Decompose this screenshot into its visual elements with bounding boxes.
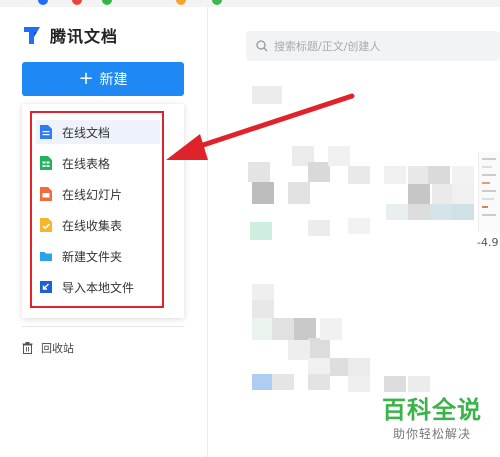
trash-label: 回收站 (41, 342, 74, 355)
preview-thumbnail-icon (482, 158, 496, 216)
plus-icon: + (78, 68, 94, 89)
trash-icon (22, 342, 33, 354)
search-icon (256, 40, 268, 52)
preview-value: -4.9 (477, 236, 499, 249)
tab-dot (38, 0, 48, 5)
tab-dot (176, 0, 186, 5)
sidebar-item-trash[interactable]: 回收站 (22, 340, 74, 356)
browser-top-strip (0, 0, 500, 7)
document-preview-peek (478, 152, 500, 232)
search-input[interactable] (274, 39, 484, 53)
app-logo[interactable]: 腾讯文档 (22, 22, 118, 48)
sidebar-divider (22, 326, 184, 327)
watermark-title: 百科全说 (382, 396, 482, 424)
new-button-label: 新建 (99, 72, 128, 88)
tab-dot (212, 0, 222, 5)
menu-highlight-box (30, 111, 164, 308)
app-title: 腾讯文档 (50, 27, 119, 46)
search-box[interactable] (246, 31, 500, 61)
tab-dot (102, 0, 112, 5)
tencent-docs-logo-icon (24, 27, 40, 44)
tab-dot (72, 0, 82, 5)
watermark: 百科全说 助你轻松解决 (376, 396, 488, 442)
annotation-arrow-icon (166, 93, 355, 160)
watermark-subtitle: 助你轻松解决 (392, 427, 471, 441)
